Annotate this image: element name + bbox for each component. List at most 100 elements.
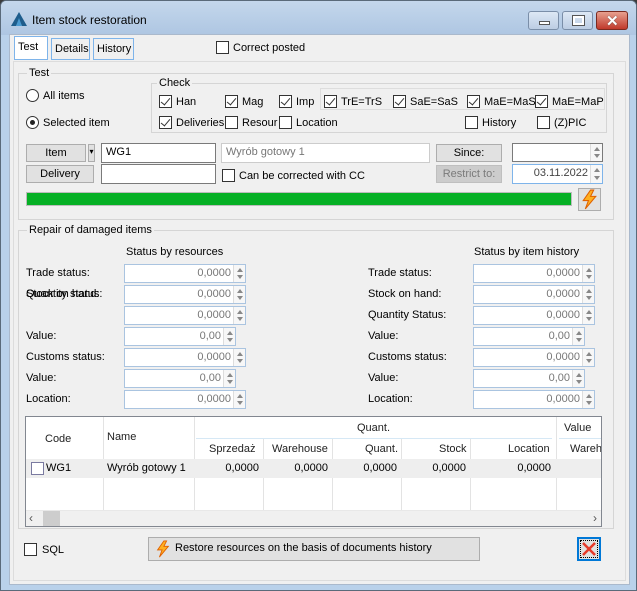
restrict-spin-icon[interactable] xyxy=(590,165,602,183)
spin-arrows-icon[interactable] xyxy=(582,286,594,303)
right-field-input[interactable]: 0,0000 xyxy=(473,264,595,283)
can-be-corrected-checkbox[interactable] xyxy=(222,169,235,182)
spin-arrows-icon[interactable] xyxy=(223,370,235,387)
horizontal-scrollbar[interactable]: ‹ › xyxy=(26,510,601,526)
title-bar[interactable]: Item stock restoration ✕ xyxy=(1,1,636,35)
selected-item-label: Selected item xyxy=(43,117,110,129)
scroll-thumb[interactable] xyxy=(43,511,60,526)
mae-map-checkbox[interactable] xyxy=(535,95,548,108)
selected-item-radio[interactable] xyxy=(26,116,39,129)
run-test-button[interactable] xyxy=(578,188,601,211)
spin-arrows-icon[interactable] xyxy=(572,370,584,387)
header-sprzedaz[interactable]: Sprzedaż xyxy=(209,443,255,455)
left-field-input[interactable]: 0,00 xyxy=(124,369,236,388)
maximize-button[interactable] xyxy=(562,11,593,30)
mae-mas-checkbox[interactable] xyxy=(467,95,480,108)
since-spin-icon[interactable] xyxy=(590,144,602,161)
right-field-input[interactable]: 0,0000 xyxy=(473,285,595,304)
spin-arrows-icon[interactable] xyxy=(233,349,245,366)
header-quant[interactable]: Quant. xyxy=(365,443,398,455)
left-field-input[interactable]: 0,0000 xyxy=(124,348,246,367)
left-field-input[interactable]: 0,0000 xyxy=(124,264,246,283)
header-location[interactable]: Location xyxy=(508,443,550,455)
row-checkbox[interactable] xyxy=(31,462,44,475)
spin-arrows-icon[interactable] xyxy=(233,286,245,303)
close-window-button[interactable]: ✕ xyxy=(596,11,628,30)
left-field-label: Value: xyxy=(26,372,57,384)
spin-arrows-icon[interactable] xyxy=(233,391,245,408)
left-field-value: 0,0000 xyxy=(197,351,231,363)
left-field-input[interactable]: 0,00 xyxy=(124,327,236,346)
main-window: Item stock restoration ✕ Test Details Hi… xyxy=(0,0,637,591)
right-field-label: Customs status: xyxy=(368,351,447,363)
spin-arrows-icon[interactable] xyxy=(582,349,594,366)
deliveries-checkbox[interactable] xyxy=(159,116,172,129)
minimize-button[interactable] xyxy=(528,11,559,30)
delivery-button-label: Delivery xyxy=(40,168,80,180)
spin-arrows-icon[interactable] xyxy=(582,391,594,408)
history-checkbox[interactable] xyxy=(465,116,478,129)
mag-checkbox[interactable] xyxy=(225,95,238,108)
right-field-input[interactable]: 0,0000 xyxy=(473,390,595,409)
left-field-input[interactable]: 0,0000 xyxy=(124,306,246,325)
restore-resources-button[interactable]: Restore resources on the basis of docume… xyxy=(148,537,480,561)
tre-trs-checkbox[interactable] xyxy=(324,95,337,108)
since-date-input[interactable] xyxy=(512,143,603,162)
item-button-label: Item xyxy=(45,147,67,159)
tab-test-label: Test xyxy=(18,41,39,53)
tab-test[interactable]: Test xyxy=(14,36,48,60)
right-field-label: Stock on hand: xyxy=(368,288,442,300)
scroll-right-icon[interactable]: › xyxy=(593,511,597,525)
right-field-input[interactable]: 0,0000 xyxy=(473,348,595,367)
spin-arrows-icon[interactable] xyxy=(223,328,235,345)
table-row[interactable]: WG1 Wyrób gotowy 1 0,0000 0,0000 0,0000 … xyxy=(26,459,601,478)
imp-checkbox[interactable] xyxy=(279,95,292,108)
left-field-label-overlap: Quantity status: xyxy=(26,288,103,300)
scroll-left-icon[interactable]: ‹ xyxy=(29,511,33,525)
header-wareh[interactable]: Wareh xyxy=(570,443,601,455)
row-location: 0,0000 xyxy=(517,462,551,474)
all-items-label: All items xyxy=(43,90,85,102)
tab-history[interactable]: History xyxy=(93,38,134,60)
spin-arrows-icon[interactable] xyxy=(582,307,594,324)
row-name: Wyrób gotowy 1 xyxy=(107,462,186,474)
right-field-input[interactable]: 0,0000 xyxy=(473,306,595,325)
zpic-checkbox[interactable] xyxy=(537,116,550,129)
correct-posted-checkbox[interactable] xyxy=(216,41,229,54)
left-field-input[interactable]: 0,0000 xyxy=(124,390,246,409)
delivery-button[interactable]: Delivery xyxy=(26,165,94,183)
resources-label: Resour xyxy=(242,117,278,129)
sql-checkbox[interactable] xyxy=(24,543,37,556)
left-field-label: Customs status: xyxy=(26,351,105,363)
header-stock[interactable]: Stock xyxy=(439,443,467,455)
row-code: WG1 xyxy=(46,462,72,474)
spin-arrows-icon[interactable] xyxy=(572,328,584,345)
right-field-input[interactable]: 0,00 xyxy=(473,327,585,346)
item-dropdown-button[interactable]: ▾ xyxy=(88,144,95,162)
all-items-radio[interactable] xyxy=(26,89,39,102)
sql-label: SQL xyxy=(42,544,65,556)
item-name-field: Wyrób gotowy 1 xyxy=(221,143,430,163)
items-grid[interactable]: Quant. Value Code Name Sprzedaż Warehous… xyxy=(25,416,602,527)
han-checkbox[interactable] xyxy=(159,95,172,108)
header-code[interactable]: Code xyxy=(45,433,71,445)
spin-arrows-icon[interactable] xyxy=(233,265,245,282)
right-field-input[interactable]: 0,00 xyxy=(473,369,585,388)
header-name[interactable]: Name xyxy=(107,431,136,443)
since-button[interactable]: Since: xyxy=(436,144,502,162)
spin-arrows-icon[interactable] xyxy=(233,307,245,324)
right-field-value: 0,00 xyxy=(548,372,570,384)
item-button[interactable]: Item xyxy=(26,144,86,162)
sae-sas-checkbox[interactable] xyxy=(393,95,406,108)
left-field-input[interactable]: 0,0000 xyxy=(124,285,246,304)
item-code-input[interactable]: WG1 xyxy=(101,143,216,163)
close-dialog-button[interactable] xyxy=(577,537,601,561)
restrict-date-input[interactable]: 03.11.2022 xyxy=(512,164,603,184)
delivery-input[interactable] xyxy=(101,164,216,184)
tab-details[interactable]: Details xyxy=(51,38,90,60)
resources-checkbox[interactable] xyxy=(225,116,238,129)
location-checkbox[interactable] xyxy=(279,116,292,129)
spin-arrows-icon[interactable] xyxy=(582,265,594,282)
header-warehouse[interactable]: Warehouse xyxy=(272,443,328,455)
window-title: Item stock restoration xyxy=(32,13,147,27)
